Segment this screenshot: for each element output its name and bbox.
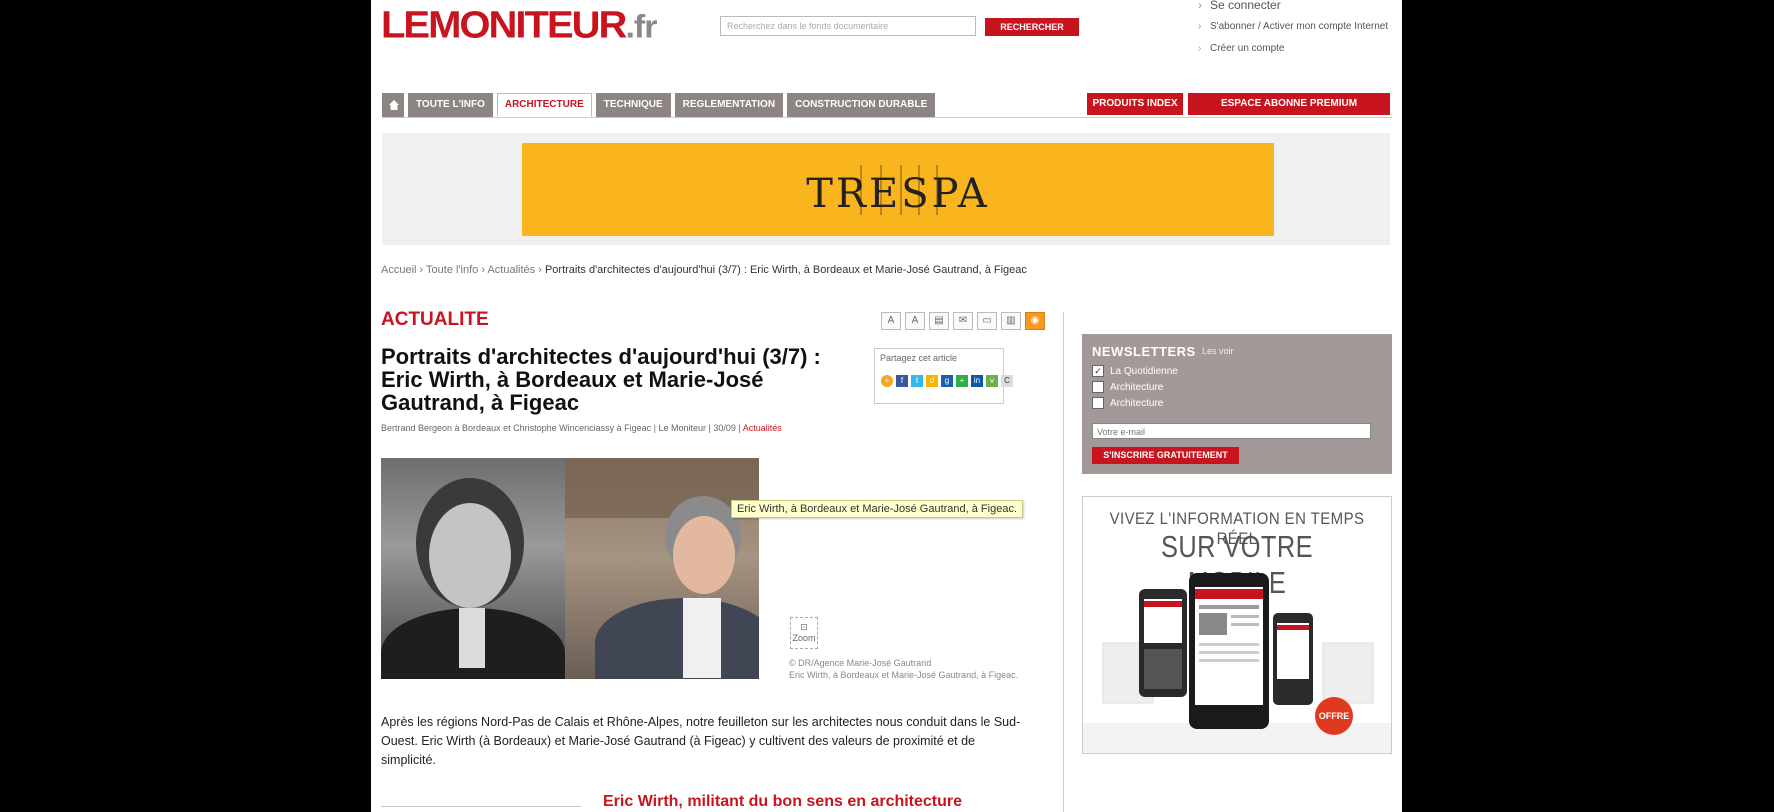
bookmark-icon[interactable]: C — [1001, 375, 1013, 387]
share-icons: + f t d g + in v C — [881, 375, 1013, 387]
newsletter-submit-button[interactable]: S'INSCRIRE GRATUITEMENT — [1092, 447, 1239, 464]
font-increase-icon[interactable]: A — [881, 312, 901, 330]
breadcrumb-current: Portraits d'architectes d'aujourd'hui (3… — [544, 264, 1027, 276]
rss-icon[interactable]: ◉ — [1025, 312, 1045, 330]
page: LEMONITEUR.fr Recherchez dans le fonds d… — [371, 0, 1402, 812]
section-label: ACTUALITE — [381, 309, 489, 330]
article-title: Portraits d'architectes d'aujourd'hui (3… — [381, 344, 821, 415]
print-icon[interactable]: ▤ — [929, 312, 949, 330]
delicious-icon[interactable]: d — [926, 375, 938, 387]
byline-text: Bertrand Bergeon à Bordeaux et Christoph… — [381, 423, 741, 433]
login-link[interactable]: Se connecter — [1198, 0, 1388, 16]
share-title: Partagez cet article — [880, 353, 958, 363]
checkbox-checked[interactable]: ✓ — [1092, 365, 1104, 377]
tab-architecture[interactable]: ARCHITECTURE — [496, 93, 592, 117]
search-button[interactable]: RECHERCHER — [985, 18, 1079, 36]
tab-construction-durable[interactable]: CONSTRUCTION DURABLE — [787, 93, 936, 117]
newsletter-option[interactable]: ✓ La Quotidienne — [1092, 365, 1178, 377]
zoom-icon[interactable]: ⊡ Zoom — [790, 617, 818, 649]
breadcrumb-all-news[interactable]: Toute l'info — [426, 264, 478, 276]
breadcrumb: Accueil › Toute l'info › Actualités › Po… — [381, 264, 1027, 276]
breadcrumb-home[interactable]: Accueil — [381, 264, 416, 276]
pdf-icon[interactable]: ▥ — [1001, 312, 1021, 330]
newsletter-box: NEWSLETTERS Les voir ✓ La Quotidienne Ar… — [1082, 334, 1392, 474]
image-caption: © DR/Agence Marie-José Gautrand Eric Wir… — [789, 657, 1018, 681]
article-body: Après les régions Nord-Pas de Calais et … — [381, 715, 1021, 767]
tab-technique[interactable]: TECHNIQUE — [595, 93, 671, 117]
newsletter-option-label: La Quotidienne — [1110, 365, 1178, 377]
ad-badge: OFFRE — [1315, 697, 1353, 735]
column-divider — [1063, 312, 1064, 812]
viadeo-icon[interactable]: v — [986, 375, 998, 387]
checkbox-unchecked[interactable] — [1092, 381, 1104, 393]
tab-reglementation[interactable]: REGLEMENTATION — [674, 93, 784, 117]
subscribe-link[interactable]: S'abonner / Activer mon compte Internet — [1198, 16, 1388, 38]
checkbox-unchecked[interactable] — [1092, 397, 1104, 409]
share-more-icon[interactable]: + — [881, 375, 893, 387]
search-input[interactable]: Recherchez dans le fonds documentaire — [720, 16, 976, 36]
share-box: Partagez cet article + f t d g + in v C — [874, 348, 1013, 404]
site-logo[interactable]: LEMONITEUR.fr — [381, 4, 657, 48]
newsletter-option[interactable]: Architecture — [1092, 397, 1163, 409]
photo-marie-jose-gautrand[interactable] — [565, 458, 759, 679]
account-links: Se connecter S'abonner / Activer mon com… — [1198, 0, 1388, 60]
font-decrease-icon[interactable]: A — [905, 312, 925, 330]
byline-category-link[interactable]: Actualités — [743, 423, 782, 433]
image-tooltip: Eric Wirth, à Bordeaux et Marie-José Gau… — [731, 500, 1024, 518]
newsletter-option-label: Architecture — [1110, 381, 1164, 393]
mobile-ad[interactable]: VIVEZ L'INFORMATION EN TEMPS RÉEL SUR VO… — [1082, 496, 1392, 754]
zoom-label: Zoom — [792, 633, 816, 643]
trespa-ad-banner[interactable]: TRESPA — [522, 143, 1274, 236]
newsletter-more-link[interactable]: Les voir — [1202, 346, 1234, 356]
caption-credit: © DR/Agence Marie-José Gautrand — [789, 658, 932, 668]
tab-toute-info[interactable]: TOUTE L'INFO — [408, 93, 493, 117]
myspace-icon[interactable]: + — [956, 375, 968, 387]
breadcrumb-news[interactable]: Actualités — [487, 264, 535, 276]
subheading-rule — [381, 806, 581, 807]
newsletter-option-label: Architecture — [1110, 397, 1164, 409]
article-subheading: Eric Wirth, militant du bon sens en arch… — [603, 793, 963, 810]
caption-text: Eric Wirth, à Bordeaux et Marie-José Gau… — [789, 670, 1019, 680]
products-index-button[interactable]: PRODUITS INDEX — [1087, 93, 1183, 115]
twitter-icon[interactable]: t — [911, 375, 923, 387]
article-byline: Bertrand Bergeon à Bordeaux et Christoph… — [381, 423, 782, 433]
ad-banner-area: TRESPA — [382, 133, 1390, 245]
home-icon — [389, 100, 399, 110]
save-icon[interactable]: ▭ — [977, 312, 997, 330]
photo-eric-wirth[interactable] — [381, 458, 565, 679]
email-icon[interactable]: ✉ — [953, 312, 973, 330]
newsletter-title: NEWSLETTERS — [1092, 344, 1196, 359]
main-nav: TOUTE L'INFO ARCHITECTURE TECHNIQUE REGL… — [382, 93, 936, 117]
newsletter-option[interactable]: Architecture — [1092, 381, 1163, 393]
article-tools: A A ▤ ✉ ▭ ▥ ◉ — [881, 312, 1045, 330]
linkedin-icon[interactable]: in — [971, 375, 983, 387]
premium-space-button[interactable]: ESPACE ABONNE PREMIUM — [1188, 93, 1390, 115]
banner-brand: TRESPA — [806, 171, 990, 217]
nav-divider — [382, 117, 1392, 118]
home-tab[interactable] — [382, 93, 404, 117]
facebook-icon[interactable]: f — [896, 375, 908, 387]
digg-icon[interactable]: g — [941, 375, 953, 387]
create-account-link[interactable]: Créer un compte — [1198, 38, 1388, 60]
newsletter-email-input[interactable]: Votre e-mail — [1092, 423, 1371, 439]
